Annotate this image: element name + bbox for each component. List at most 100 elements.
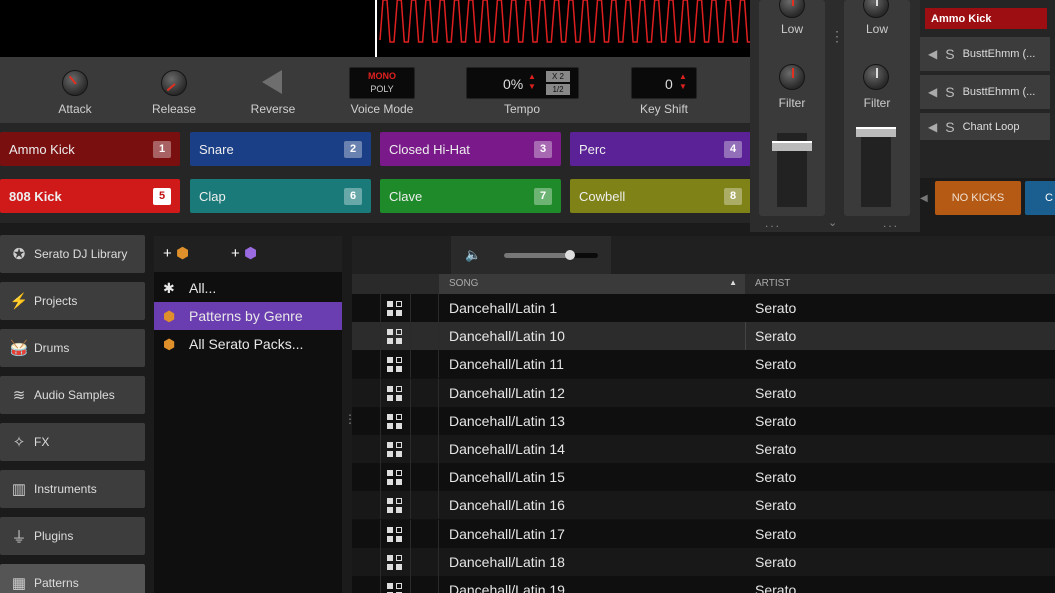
pad-4[interactable]: Perc 4 — [570, 132, 751, 166]
pattern-icon-cell — [387, 451, 393, 457]
table-row[interactable]: Dancehall/Latin 17 Serato — [352, 519, 1055, 548]
pattern-icon-cell — [387, 479, 393, 486]
pattern-icon-cell — [396, 422, 402, 429]
pad-3[interactable]: Closed Hi-Hat 3 — [380, 132, 561, 166]
song-cell: Dancehall/Latin 12 — [449, 384, 565, 401]
table-row[interactable]: Dancehall/Latin 16 Serato — [352, 491, 1055, 520]
add-crate-button[interactable]: + ⬢ — [163, 244, 213, 266]
table-row[interactable]: Dancehall/Latin 12 Serato — [352, 378, 1055, 407]
pattern-icon — [387, 442, 403, 458]
speaker-icon[interactable]: ◀ — [928, 85, 937, 99]
solo-icon[interactable]: S — [945, 46, 954, 62]
scroll-left-arrow-icon[interactable]: ◀ — [920, 193, 928, 204]
volume-fader-2[interactable] — [856, 127, 896, 137]
pattern-icon-cell — [396, 479, 402, 486]
playhead[interactable] — [375, 0, 377, 57]
sidebar-item-patterns[interactable]: ▦ Patterns — [0, 564, 145, 593]
speaker-icon[interactable]: 🔈 — [465, 247, 481, 263]
table-row[interactable]: Dancehall/Latin 13 Serato — [352, 406, 1055, 435]
table-row[interactable]: Dancehall/Latin 18 Serato — [352, 547, 1055, 576]
pad-8[interactable]: Cowbell 8 — [570, 179, 751, 213]
sidebar-item-audio-samples[interactable]: ≋ Audio Samples — [0, 376, 145, 414]
pad-2[interactable]: Snare 2 — [190, 132, 371, 166]
pattern-icon-cell — [396, 442, 402, 448]
table-row[interactable]: Dancehall/Latin 19 Serato — [352, 576, 1055, 593]
pad-7[interactable]: Clave 7 — [380, 179, 561, 213]
release-knob[interactable] — [161, 70, 187, 96]
artist-column-header[interactable]: ARTIST — [745, 274, 1055, 294]
no-kicks-button[interactable]: NO KICKS — [935, 181, 1021, 215]
tempo-double-button[interactable]: X 2 — [546, 71, 570, 82]
sidebar-item-serato-dj-library[interactable]: ✪ Serato DJ Library — [0, 235, 145, 273]
waveform-display[interactable] — [0, 0, 750, 57]
attack-knob[interactable] — [62, 70, 88, 96]
pattern-icon-cell — [387, 507, 393, 514]
pad-6[interactable]: Clap 6 — [190, 179, 371, 213]
pattern-icon-cell — [396, 366, 402, 373]
preview-volume-handle[interactable] — [564, 250, 575, 260]
layer-row[interactable]: ◀ S BusttEhmm (... — [920, 75, 1050, 109]
pad-number: 5 — [153, 187, 171, 205]
key-shift-display[interactable]: 0 ▲ ▼ — [631, 67, 697, 99]
table-row[interactable]: Dancehall/Latin 10 Serato — [352, 322, 1055, 351]
artist-cell: Serato — [755, 525, 797, 542]
tempo-stepper-icon[interactable]: ▲ ▼ — [528, 72, 536, 92]
sidebar-item-fx[interactable]: ✧ FX — [0, 423, 145, 461]
tempo-label: Tempo — [503, 102, 541, 116]
table-row[interactable]: Dancehall/Latin 11 Serato — [352, 350, 1055, 379]
pattern-icon-cell — [387, 329, 393, 336]
pad-5[interactable]: 808 Kick 5 — [0, 179, 180, 213]
pad-1[interactable]: Ammo Kick 1 — [0, 132, 180, 166]
pattern-icon-cell — [387, 366, 393, 373]
filter-knob-1[interactable] — [779, 64, 805, 90]
voice-mode-label: Voice Mode — [350, 102, 414, 116]
pattern-icon — [387, 301, 403, 317]
layer-row[interactable]: ◀ S BusttEhmm (... — [920, 37, 1050, 71]
sidebar-item-instruments[interactable]: ▥ Instruments — [0, 470, 145, 508]
tree-item-all[interactable]: ✱ All... — [154, 274, 342, 302]
pattern-icon-cell — [396, 563, 402, 570]
pattern-icon — [387, 329, 403, 345]
tree-item-all-serato-packs[interactable]: ⬢ All Serato Packs... — [154, 330, 342, 358]
volume-fader-1[interactable] — [772, 141, 812, 151]
artist-cell: Serato — [755, 356, 797, 373]
speaker-icon[interactable]: ◀ — [928, 120, 937, 134]
sidebar-item-drums[interactable]: 🥁 Drums — [0, 329, 145, 367]
mixer-menu-icon[interactable]: ⋮ — [830, 28, 844, 45]
more-dots-icon[interactable]: ... — [765, 216, 781, 230]
track-list: 🔈 SONG ▲ ARTIST Dancehall/Latin 1 Serato D… — [352, 236, 1055, 593]
layer-title[interactable]: Ammo Kick — [925, 8, 1047, 29]
tempo-display[interactable]: 0% ▲ ▼ X 2 1/2 — [466, 67, 579, 99]
more-dots-icon-2[interactable]: ... — [883, 216, 899, 230]
key-stepper-icon[interactable]: ▲ ▼ — [679, 72, 687, 92]
solo-icon[interactable]: S — [945, 119, 954, 135]
speaker-icon[interactable]: ◀ — [928, 47, 937, 61]
solo-icon[interactable]: S — [945, 84, 954, 100]
sidebar-item-plugins[interactable]: ⏚ Plugins — [0, 517, 145, 555]
add-pack-button[interactable]: + ⬢ — [231, 244, 281, 266]
pattern-icon-cell — [396, 310, 402, 316]
pattern-icon-cell — [387, 357, 393, 364]
filter-knob-2[interactable] — [863, 64, 889, 90]
voice-mode-toggle[interactable]: MONO POLY — [349, 67, 415, 99]
collapse-chevron-icon[interactable]: ⌄ — [828, 216, 837, 229]
crate-icon: ⬢ — [163, 335, 176, 352]
cut-button[interactable]: C — [1025, 181, 1055, 215]
layer-row[interactable]: ◀ S Chant Loop — [920, 113, 1050, 140]
preview-volume-slider[interactable] — [504, 253, 598, 258]
serato-pack-icon: ⬢ — [243, 245, 258, 262]
tree-list: ✱ All... ⬢ Patterns by Genre ⬢ All Serato P… — [154, 272, 342, 593]
pattern-icon-cell — [396, 554, 402, 561]
row-cell — [352, 322, 381, 351]
artist-cell: Serato — [755, 384, 797, 401]
reverse-arrow-icon[interactable] — [262, 70, 282, 94]
table-row[interactable]: Dancehall/Latin 15 Serato — [352, 463, 1055, 492]
table-row[interactable]: Dancehall/Latin 1 Serato — [352, 294, 1055, 322]
row-cell — [410, 350, 439, 379]
song-column-header[interactable]: SONG ▲ — [439, 274, 745, 294]
sidebar-item-label: Drums — [34, 341, 70, 355]
tree-item-patterns-by-genre[interactable]: ⬢ Patterns by Genre — [154, 302, 342, 330]
sidebar-item-projects[interactable]: ⚡ Projects — [0, 282, 145, 320]
table-row[interactable]: Dancehall/Latin 14 Serato — [352, 435, 1055, 463]
tempo-half-button[interactable]: 1/2 — [546, 84, 570, 95]
